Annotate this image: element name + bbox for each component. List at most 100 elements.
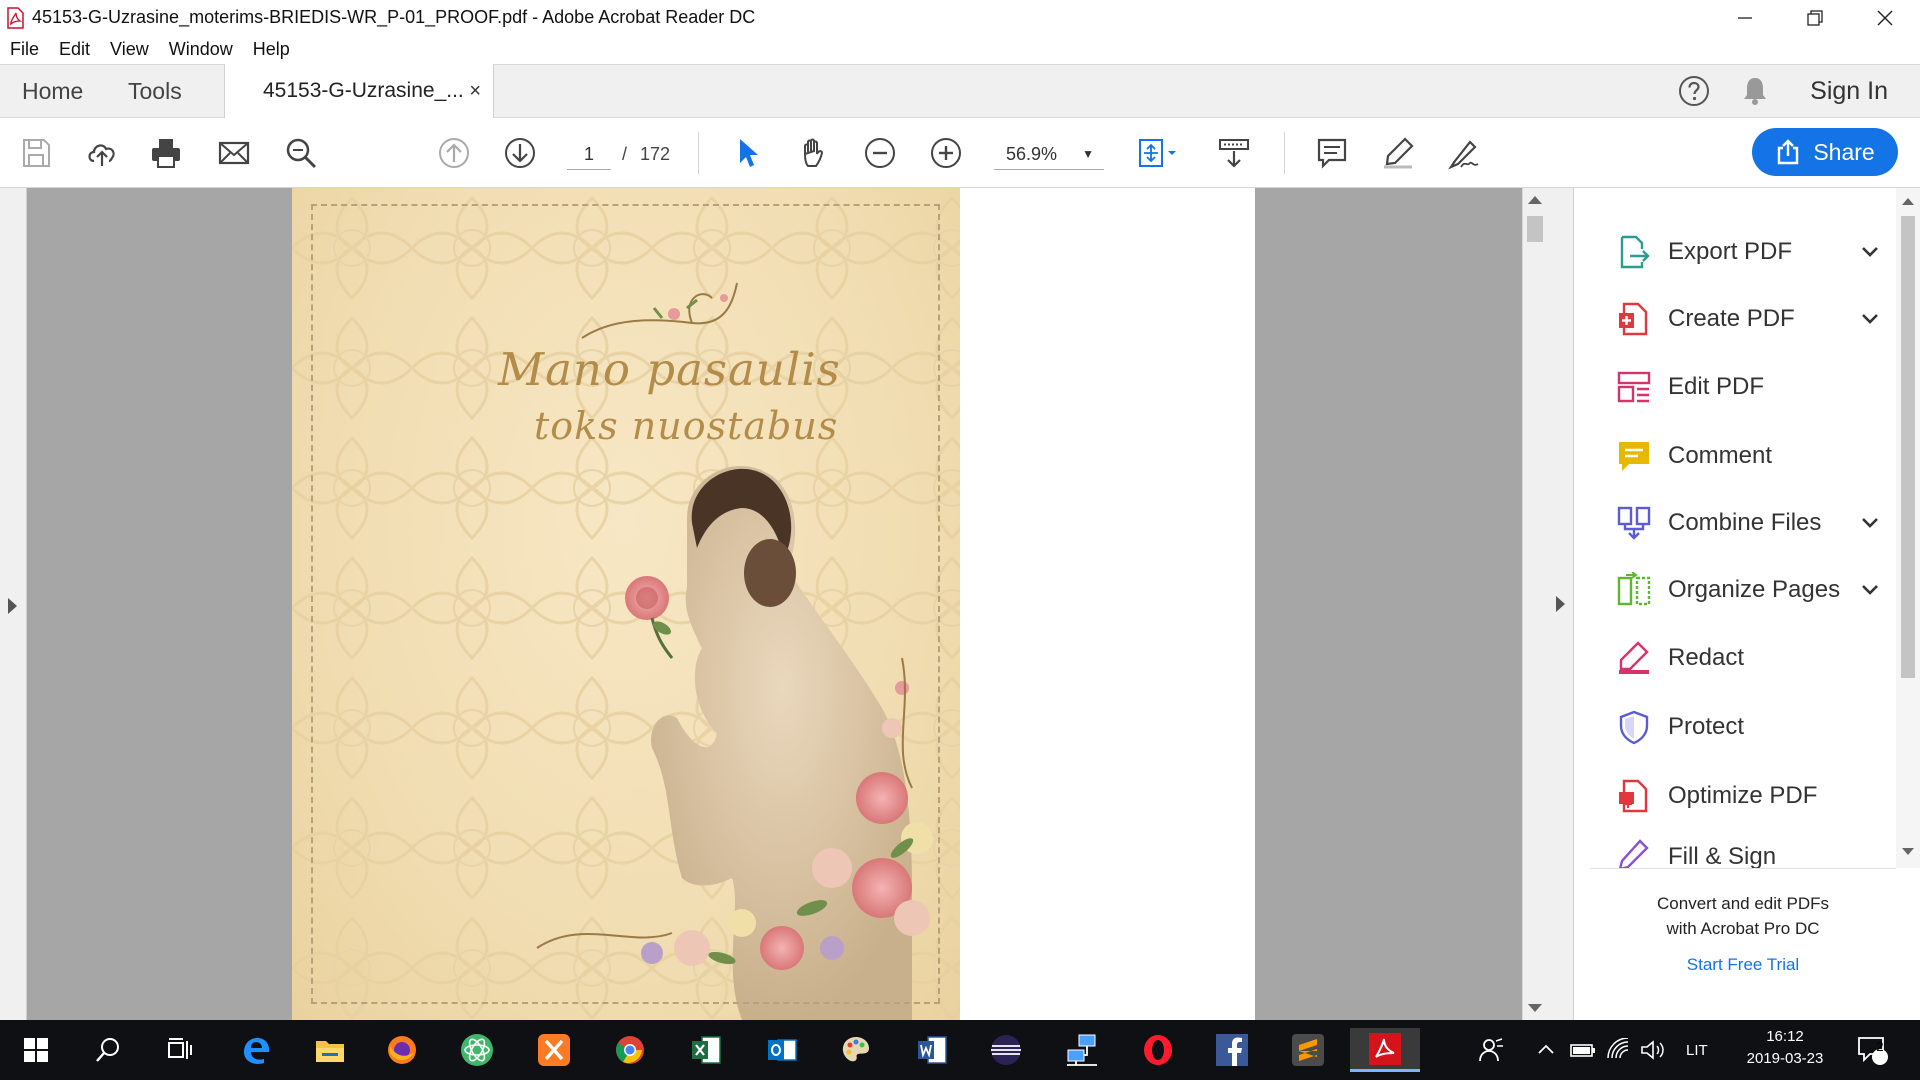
tab-home[interactable]: Home bbox=[22, 65, 83, 117]
right-panel-toggle[interactable] bbox=[1546, 188, 1574, 1020]
tools-pane-scrollbar[interactable] bbox=[1896, 188, 1920, 868]
taskbar-excel[interactable] bbox=[676, 1028, 736, 1072]
close-window-button[interactable] bbox=[1850, 0, 1920, 35]
wifi-indicator[interactable] bbox=[1606, 1020, 1630, 1080]
battery-icon bbox=[1570, 1044, 1595, 1057]
menu-view[interactable]: View bbox=[100, 39, 159, 60]
taskbar-eclipse[interactable] bbox=[976, 1028, 1036, 1072]
tool-label: Combine Files bbox=[1668, 509, 1822, 536]
chevron-down-icon[interactable] bbox=[1856, 238, 1884, 266]
chevron-down-icon[interactable] bbox=[1856, 509, 1884, 537]
input-language[interactable]: LIT bbox=[1686, 1020, 1708, 1080]
taskbar-atom[interactable] bbox=[447, 1028, 507, 1072]
menu-file[interactable]: File bbox=[0, 39, 49, 60]
chevron-down-icon[interactable] bbox=[1856, 576, 1884, 604]
taskbar-acrobat[interactable] bbox=[1350, 1028, 1420, 1072]
tool-optimize-pdf[interactable]: Optimize PDF bbox=[1614, 772, 1884, 820]
taskbar-paint[interactable] bbox=[826, 1028, 886, 1072]
minimize-button[interactable] bbox=[1710, 0, 1780, 35]
tool-redact[interactable]: Redact bbox=[1614, 634, 1884, 682]
taskbar-chrome[interactable] bbox=[600, 1028, 660, 1072]
help-icon[interactable] bbox=[1678, 75, 1710, 107]
zoom-level-dropdown[interactable]: 56.9% ▼ bbox=[994, 138, 1104, 170]
left-panel-toggle[interactable] bbox=[0, 188, 27, 1020]
taskbar-outlook[interactable] bbox=[752, 1028, 812, 1072]
taskbar-file-explorer[interactable] bbox=[300, 1028, 360, 1072]
tool-protect[interactable]: Protect bbox=[1614, 703, 1884, 751]
opera-icon bbox=[1144, 1035, 1172, 1065]
fit-page-button[interactable] bbox=[1136, 135, 1186, 171]
previous-page-button[interactable] bbox=[436, 135, 472, 171]
tab-document[interactable]: 45153-G-Uzrasine_... × bbox=[224, 64, 494, 118]
scroll-down-icon[interactable] bbox=[1902, 848, 1914, 855]
taskbar-xampp[interactable] bbox=[524, 1028, 584, 1072]
tool-edit-pdf[interactable]: Edit PDF bbox=[1614, 363, 1884, 411]
save-button[interactable] bbox=[18, 135, 54, 171]
task-view-button[interactable] bbox=[150, 1028, 210, 1072]
taskbar-sublime[interactable] bbox=[1278, 1028, 1338, 1072]
show-hidden-icons-button[interactable] bbox=[1536, 1020, 1556, 1080]
share-button[interactable]: Share bbox=[1752, 128, 1898, 176]
scroll-mode-button[interactable] bbox=[1216, 135, 1252, 171]
system-clock[interactable]: 16:12 2019-03-23 bbox=[1730, 1026, 1840, 1070]
arrow-down-circle-icon bbox=[505, 138, 535, 168]
print-button[interactable] bbox=[148, 135, 184, 171]
scroll-up-icon[interactable] bbox=[1902, 198, 1914, 205]
tool-export-pdf[interactable]: Export PDF bbox=[1614, 228, 1884, 276]
menu-window[interactable]: Window bbox=[159, 39, 243, 60]
document-scrollbar[interactable] bbox=[1522, 188, 1546, 1020]
taskbar-opera[interactable] bbox=[1128, 1028, 1188, 1072]
tool-fill-sign[interactable]: Fill & Sign bbox=[1614, 836, 1884, 868]
zoom-in-button[interactable] bbox=[928, 135, 964, 171]
taskbar-facebook[interactable] bbox=[1202, 1028, 1262, 1072]
pdf-page[interactable]: Mano pasaulis toks nuostabus bbox=[292, 188, 1255, 1020]
scroll-up-icon[interactable] bbox=[1528, 196, 1542, 204]
taskbar-search-button[interactable] bbox=[78, 1028, 138, 1072]
select-tool-button[interactable] bbox=[730, 135, 766, 171]
sign-in-button[interactable]: Sign In bbox=[1810, 77, 1888, 106]
document-viewer[interactable]: Mano pasaulis toks nuostabus bbox=[0, 188, 1574, 1020]
taskbar-network-app[interactable] bbox=[1052, 1028, 1112, 1072]
start-button[interactable] bbox=[6, 1028, 66, 1072]
upload-cloud-button[interactable] bbox=[84, 135, 120, 171]
find-text-button[interactable] bbox=[283, 135, 319, 171]
tab-tools[interactable]: Tools bbox=[128, 65, 182, 117]
hand-tool-button[interactable] bbox=[796, 135, 832, 171]
tool-label: Create PDF bbox=[1668, 305, 1795, 332]
people-button[interactable] bbox=[1478, 1020, 1504, 1080]
scrollbar-thumb[interactable] bbox=[1527, 216, 1543, 242]
save-icon bbox=[23, 139, 50, 167]
document-tab-label: 45153-G-Uzrasine_... bbox=[263, 79, 464, 102]
taskbar-firefox[interactable] bbox=[372, 1028, 432, 1072]
sign-button[interactable] bbox=[1446, 135, 1482, 171]
bell-icon[interactable] bbox=[1740, 75, 1770, 107]
restore-button[interactable] bbox=[1780, 0, 1850, 35]
taskbar-word[interactable] bbox=[902, 1028, 962, 1072]
tool-comment[interactable]: Comment bbox=[1614, 432, 1884, 480]
collapse-right-icon bbox=[1556, 596, 1565, 612]
menu-help[interactable]: Help bbox=[243, 39, 300, 60]
tool-create-pdf[interactable]: Create PDF bbox=[1614, 295, 1884, 343]
zoom-out-button[interactable] bbox=[862, 135, 898, 171]
scroll-down-icon[interactable] bbox=[1528, 1004, 1542, 1012]
page-number-input[interactable]: 1 bbox=[567, 138, 611, 170]
atom-editor-icon bbox=[461, 1034, 493, 1066]
chevron-down-icon[interactable] bbox=[1856, 305, 1884, 333]
menu-edit[interactable]: Edit bbox=[49, 39, 100, 60]
scrollbar-thumb[interactable] bbox=[1901, 216, 1915, 678]
tool-combine-files[interactable]: Combine Files bbox=[1614, 499, 1884, 547]
email-button[interactable] bbox=[216, 135, 252, 171]
hand-icon bbox=[803, 138, 824, 167]
taskbar-edge[interactable] bbox=[226, 1028, 286, 1072]
start-free-trial-link[interactable]: Start Free Trial bbox=[1590, 955, 1896, 975]
action-center-button[interactable]: 2 bbox=[1856, 1020, 1890, 1080]
excel-icon bbox=[692, 1036, 721, 1064]
tool-organize-pages[interactable]: Organize Pages bbox=[1614, 566, 1884, 614]
share-icon bbox=[1778, 139, 1799, 165]
next-page-button[interactable] bbox=[502, 135, 538, 171]
highlight-button[interactable] bbox=[1380, 135, 1416, 171]
volume-control[interactable] bbox=[1640, 1020, 1666, 1080]
close-tab-button[interactable]: × bbox=[469, 80, 481, 103]
add-comment-button[interactable] bbox=[1314, 135, 1350, 171]
battery-indicator[interactable] bbox=[1570, 1020, 1596, 1080]
